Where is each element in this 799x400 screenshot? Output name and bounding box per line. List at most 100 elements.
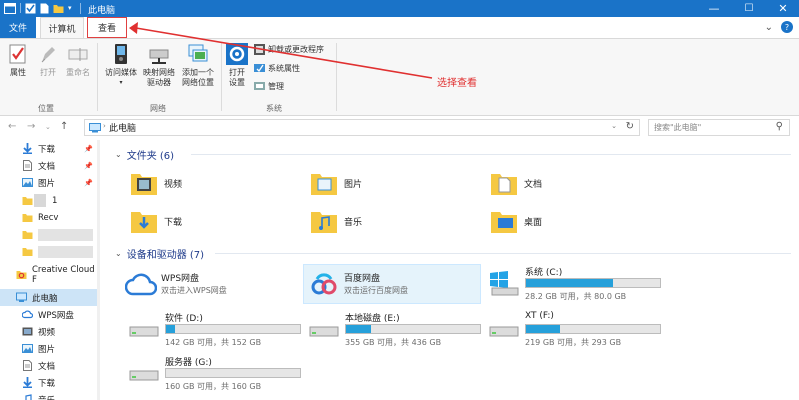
folder-pictures[interactable]: 图片 xyxy=(309,168,362,198)
drive-usage-fill xyxy=(526,325,560,333)
folder-icon xyxy=(22,197,33,205)
desktop-folder-icon xyxy=(491,212,517,233)
video-icon xyxy=(22,327,33,336)
drive-info: 28.2 GB 可用，共 80.0 GB xyxy=(525,292,627,301)
baidu-cloud-icon xyxy=(311,273,337,295)
wps-cloud-drive[interactable]: WPS网盘 双击进入WPS网盘 xyxy=(121,265,299,305)
nav-item-downloads[interactable]: 下载 📌 xyxy=(0,140,99,157)
refresh-icon[interactable]: ↻ xyxy=(626,121,634,132)
nav-item-folder-1[interactable]: 1 xyxy=(0,192,99,209)
creative-cloud-icon xyxy=(16,271,27,279)
drive-usage-bar xyxy=(525,278,661,288)
chevron-down-icon[interactable]: ⌄ xyxy=(115,150,122,159)
computer-icon xyxy=(89,123,101,133)
chevron-down-icon[interactable]: ⌄ xyxy=(115,249,122,258)
nav-label: Creative Cloud F xyxy=(32,264,95,285)
drive-name: 软件 (D:) xyxy=(165,314,203,324)
folder-icon xyxy=(22,231,33,239)
drive-usage-bar xyxy=(165,324,301,334)
folder-videos[interactable]: 视频 xyxy=(129,168,182,198)
nav-label: 下载 xyxy=(38,378,56,389)
nav-item-this-pc[interactable]: 此电脑 xyxy=(0,289,99,306)
forward-arrow-icon[interactable]: → xyxy=(27,121,35,132)
folder-icon xyxy=(22,214,33,222)
drive-info: 219 GB 可用，共 293 GB xyxy=(525,338,622,347)
video-folder-icon xyxy=(131,174,157,195)
drive-usage-fill xyxy=(346,325,372,333)
content-pane: ⌄ 文件夹 (6) 视频 图片 文档 下载 音乐 桌面 ⌄ 设备和驱动器 (7)… xyxy=(103,140,799,400)
computer-icon xyxy=(16,292,27,302)
hard-drive-icon xyxy=(129,370,159,381)
cloud-name: WPS网盘 xyxy=(161,274,200,284)
drive-usage-bar xyxy=(165,368,301,378)
drive-name: 服务器 (G:) xyxy=(165,358,212,368)
folders-section-header[interactable]: ⌄ 文件夹 (6) xyxy=(115,147,174,162)
drive-d[interactable]: 软件 (D:) 142 GB 可用，共 152 GB xyxy=(129,310,307,350)
folder-downloads[interactable]: 下载 xyxy=(129,206,182,236)
nav-item-documents[interactable]: 文档 📌 xyxy=(0,157,99,174)
address-dropdown-icon[interactable]: ⌄ xyxy=(611,122,617,130)
search-placeholder: 搜索"此电脑" xyxy=(654,123,702,132)
pin-icon[interactable]: 📌 xyxy=(84,179,93,187)
folder-music[interactable]: 音乐 xyxy=(309,206,362,236)
nav-scrollbar[interactable] xyxy=(97,140,100,400)
drive-usage-fill xyxy=(166,325,176,333)
baidu-cloud-drive[interactable]: 百度网盘 双击运行百度网盘 xyxy=(303,264,481,304)
drive-f[interactable]: XT (F:) 219 GB 可用，共 293 GB xyxy=(489,310,667,350)
nav-item-pictures[interactable]: 图片 📌 xyxy=(0,174,99,191)
devices-section-header[interactable]: ⌄ 设备和驱动器 (7) xyxy=(115,246,204,261)
nav-label: 图片 xyxy=(38,344,56,355)
document-folder-icon xyxy=(491,174,517,195)
windows-drive-icon xyxy=(490,271,519,296)
nav-label: Recv xyxy=(38,212,59,223)
nav-label: 1 xyxy=(52,195,58,206)
nav-item-pictures-2[interactable]: 图片 xyxy=(0,340,99,357)
drive-info: 142 GB 可用，共 152 GB xyxy=(165,338,262,347)
drive-e[interactable]: 本地磁盘 (E:) 355 GB 可用，共 436 GB xyxy=(309,310,487,350)
drive-name: 系统 (C:) xyxy=(525,268,563,278)
nav-item-videos[interactable]: 视频 xyxy=(0,323,99,340)
folder-desktop[interactable]: 桌面 xyxy=(489,206,542,236)
recent-dropdown-icon[interactable]: ⌄ xyxy=(45,123,51,131)
address-path: 此电脑 xyxy=(109,124,137,134)
nav-item-blurred[interactable] xyxy=(0,226,99,243)
drive-info: 355 GB 可用，共 436 GB xyxy=(345,338,442,347)
nav-item-downloads-2[interactable]: 下载 xyxy=(0,374,99,391)
picture-icon xyxy=(22,178,33,187)
folder-label: 下载 xyxy=(164,217,183,228)
nav-item-blurred[interactable] xyxy=(0,243,99,260)
address-bar[interactable]: › 此电脑 ⌄ ↻ xyxy=(84,119,640,136)
pin-icon[interactable]: 📌 xyxy=(84,162,93,170)
search-input[interactable]: 搜索"此电脑" ⚲ xyxy=(648,119,790,136)
devices-header: 设备和驱动器 (7) xyxy=(126,250,205,261)
breadcrumb-chevron-icon[interactable]: › xyxy=(103,122,106,130)
section-divider xyxy=(215,253,791,254)
up-arrow-icon[interactable]: ↑ xyxy=(60,121,68,132)
nav-label: WPS网盘 xyxy=(38,310,74,321)
folder-icon xyxy=(22,248,33,256)
nav-label: 文档 xyxy=(38,361,56,372)
folder-documents[interactable]: 文档 xyxy=(489,168,542,198)
nav-label: 此电脑 xyxy=(32,293,58,304)
nav-item-recv[interactable]: Recv xyxy=(0,209,99,226)
nav-item-documents-2[interactable]: 文档 xyxy=(0,357,99,374)
drive-usage-bar xyxy=(345,324,481,334)
document-icon xyxy=(23,160,32,171)
back-arrow-icon[interactable]: ← xyxy=(8,121,16,132)
folder-label: 图片 xyxy=(344,179,363,190)
folder-label: 视频 xyxy=(164,179,183,190)
drive-g[interactable]: 服务器 (G:) 160 GB 可用，共 160 GB xyxy=(129,354,307,394)
nav-item-music[interactable]: 音乐 xyxy=(0,391,99,400)
section-divider xyxy=(191,154,791,155)
nav-item-wps-cloud[interactable]: WPS网盘 xyxy=(0,306,99,323)
explorer-window: ▾ 此电脑 — ☐ ✕ 文件 计算机 查看 ⌄ ? 属性 打开 重命名 位置 访… xyxy=(0,0,799,400)
drive-c[interactable]: 系统 (C:) 28.2 GB 可用，共 80.0 GB xyxy=(489,264,667,304)
pin-icon[interactable]: 📌 xyxy=(84,145,93,153)
picture-folder-icon xyxy=(311,174,337,195)
search-icon[interactable]: ⚲ xyxy=(776,121,783,132)
nav-item-creative-cloud[interactable]: Creative Cloud F xyxy=(0,264,99,285)
wps-cloud-icon xyxy=(22,310,33,319)
document-icon xyxy=(23,360,32,371)
download-arrow-icon xyxy=(23,143,32,154)
wps-cloud-icon xyxy=(125,273,157,296)
